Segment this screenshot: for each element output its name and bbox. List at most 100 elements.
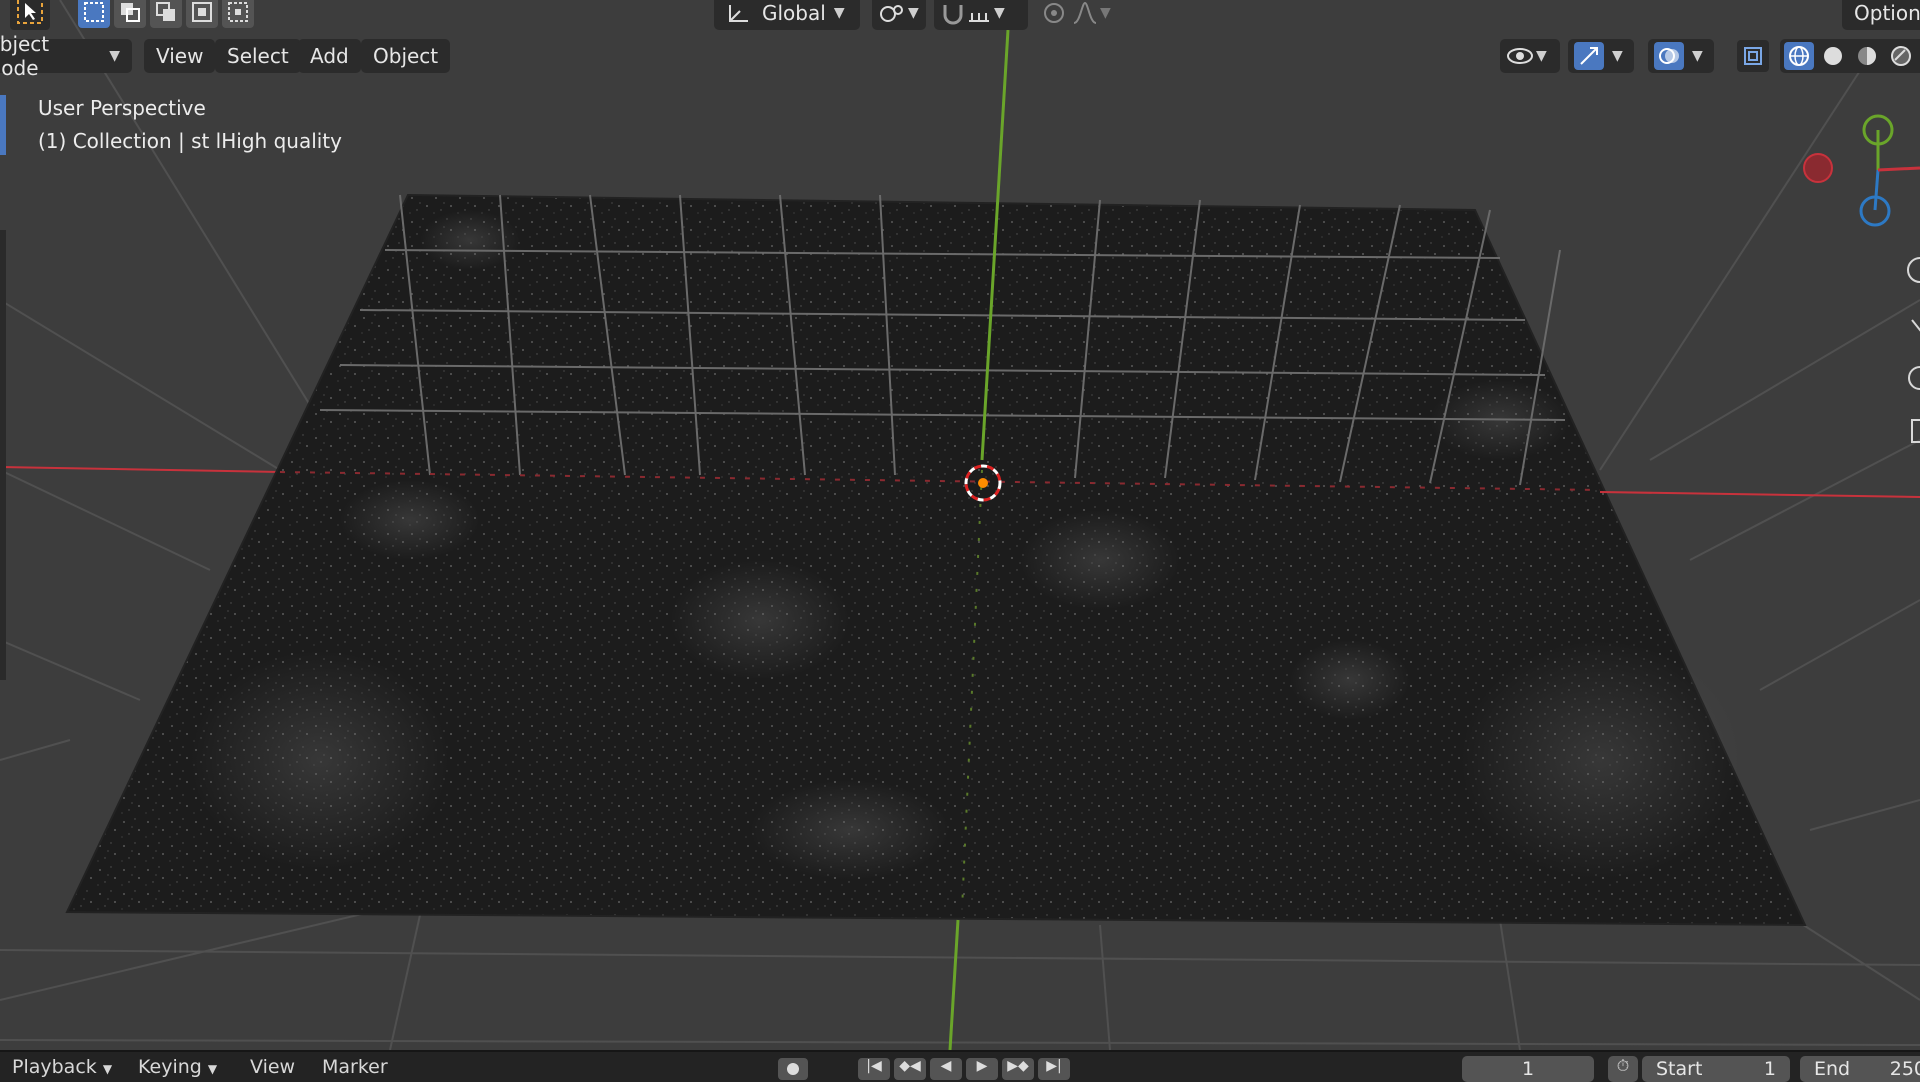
marker-label: Marker [322, 1056, 388, 1078]
object-mode-label: Object Mode [0, 32, 50, 80]
timeline-view-label: View [250, 1056, 296, 1078]
chevron-down-icon: ▼ [1100, 5, 1111, 21]
xray-toggle[interactable] [1737, 40, 1769, 72]
chevron-down-icon: ▼ [1692, 48, 1703, 64]
record-controls [778, 1058, 808, 1080]
rendered-icon[interactable] [1886, 42, 1916, 70]
eye-icon [1507, 48, 1533, 64]
start-frame-field[interactable]: Start 1 [1642, 1056, 1790, 1082]
gizmo-toggle[interactable]: ▼ [1568, 39, 1634, 73]
menu-object[interactable]: Object [361, 39, 451, 73]
3d-viewport[interactable]: Global ▼ ▼ ▼ ▼ Options Object Mode ▼ Vie… [0, 0, 1920, 1050]
select-tool-button[interactable] [10, 0, 50, 30]
chevron-down-icon: ▼ [109, 48, 120, 64]
chevron-down-icon: ▼ [102, 1062, 113, 1076]
viewport-header: Object Mode ▼ View Select Add Object ▼ ▼… [0, 32, 1920, 80]
chevron-down-icon: ▼ [994, 5, 1005, 21]
overlay-icon [1654, 42, 1684, 70]
end-frame-field[interactable]: End 250 [1800, 1056, 1920, 1082]
timeline-menu-marker[interactable]: Marker [322, 1056, 388, 1078]
record-button[interactable] [778, 1058, 808, 1080]
chevron-down-icon: ▼ [207, 1062, 218, 1076]
menu-select[interactable]: Select [215, 39, 301, 73]
options-button[interactable]: Options [1842, 0, 1920, 30]
left-toolbar-edge[interactable] [0, 95, 6, 155]
gizmo-neg-x-handle[interactable] [1803, 153, 1833, 183]
prev-keyframe-icon[interactable]: ◆◀ [894, 1058, 926, 1080]
snap-controls[interactable]: ▼ [934, 0, 1028, 30]
menu-object-label: Object [373, 44, 439, 68]
solid-icon[interactable] [1818, 42, 1848, 70]
selection-mode-group [78, 0, 254, 28]
tool-header: Global ▼ ▼ ▼ ▼ Options [0, 0, 1920, 30]
subtract-selection-icon[interactable] [150, 0, 182, 28]
object-mode-dropdown[interactable]: Object Mode ▼ [0, 32, 132, 80]
shading-mode-group [1780, 39, 1920, 73]
pivot-icon [880, 5, 903, 22]
timeline-menu-keying[interactable]: Keying ▼ [138, 1056, 217, 1078]
chevron-down-icon: ▼ [1612, 48, 1623, 64]
xray-icon [1744, 47, 1762, 65]
playback-controls: |◀ ◆◀ ◀ ▶ ▶◆ ▶| [858, 1058, 1070, 1080]
intersect-selection-icon[interactable] [222, 0, 254, 28]
menu-add-label: Add [310, 44, 349, 68]
viewport-nav-icons[interactable] [1907, 257, 1920, 443]
end-label: End [1814, 1058, 1851, 1080]
magnet-icon [943, 5, 963, 25]
jump-end-icon[interactable]: ▶| [1038, 1058, 1070, 1080]
overlays-toggle[interactable]: ▼ [1648, 39, 1714, 73]
proportional-edit-controls[interactable]: ▼ [1036, 0, 1128, 30]
y-axis-line-lower [948, 919, 960, 1050]
jump-start-icon[interactable]: |◀ [858, 1058, 890, 1080]
pan-icon [1911, 319, 1920, 332]
extend-selection-icon[interactable] [114, 0, 146, 28]
play-reverse-icon[interactable]: ◀ [930, 1058, 962, 1080]
left-toolbar-strip[interactable] [0, 230, 6, 680]
keying-label: Keying [138, 1056, 202, 1078]
timeline-header: Playback ▼ Keying ▼ View Marker |◀ ◆◀ ◀ … [0, 1050, 1920, 1082]
camera-view-icon [1908, 366, 1920, 390]
falloff-icon [1073, 1, 1097, 24]
collection-label: (1) Collection | st lHigh quality [38, 129, 342, 153]
perspective-label: User Perspective [38, 96, 206, 120]
menu-select-label: Select [227, 44, 289, 68]
navigation-gizmo[interactable] [1803, 114, 1920, 227]
invert-selection-icon[interactable] [186, 0, 218, 28]
next-keyframe-icon[interactable]: ▶◆ [1002, 1058, 1034, 1080]
x-axis-line [0, 466, 281, 473]
material-preview-icon[interactable] [1852, 42, 1882, 70]
stopwatch-icon[interactable]: ⏱ [1608, 1056, 1638, 1082]
wireframe-icon[interactable] [1784, 42, 1814, 70]
end-value: 250 [1889, 1058, 1920, 1080]
play-icon[interactable]: ▶ [966, 1058, 998, 1080]
chevron-down-icon: ▼ [908, 5, 919, 21]
current-frame-value: 1 [1521, 1058, 1535, 1080]
menu-add[interactable]: Add [298, 39, 361, 73]
pivot-point-dropdown[interactable]: ▼ [872, 0, 926, 30]
cursor-icon [17, 0, 43, 24]
timeline-menu-view[interactable]: View [250, 1056, 295, 1078]
gizmo-icon [1574, 42, 1604, 70]
menu-view-label: View [156, 44, 204, 68]
ortho-toggle-icon [1911, 419, 1920, 443]
current-frame-field[interactable]: 1 [1462, 1056, 1594, 1082]
timeline-menu-playback[interactable]: Playback ▼ [12, 1056, 112, 1078]
chevron-down-icon: ▼ [1536, 48, 1547, 64]
record-icon [787, 1063, 799, 1075]
new-selection-icon[interactable] [78, 0, 110, 28]
transform-orientation-dropdown[interactable]: Global ▼ [714, 0, 860, 30]
proportional-edit-icon [1044, 3, 1064, 23]
orientation-icon [729, 5, 748, 22]
chevron-down-icon: ▼ [833, 5, 845, 21]
snap-increment-icon [969, 13, 989, 22]
visibility-dropdown[interactable]: ▼ [1500, 39, 1560, 73]
start-label: Start [1656, 1058, 1703, 1080]
zoom-icon [1907, 257, 1920, 283]
playback-label: Playback [12, 1056, 97, 1078]
start-value: 1 [1763, 1058, 1776, 1080]
x-axis-line-right [1599, 491, 1920, 498]
options-label: Options [1854, 1, 1920, 25]
scene-view[interactable] [0, 0, 1920, 1050]
menu-view[interactable]: View [144, 39, 216, 73]
transform-orientation-label: Global [762, 1, 826, 25]
